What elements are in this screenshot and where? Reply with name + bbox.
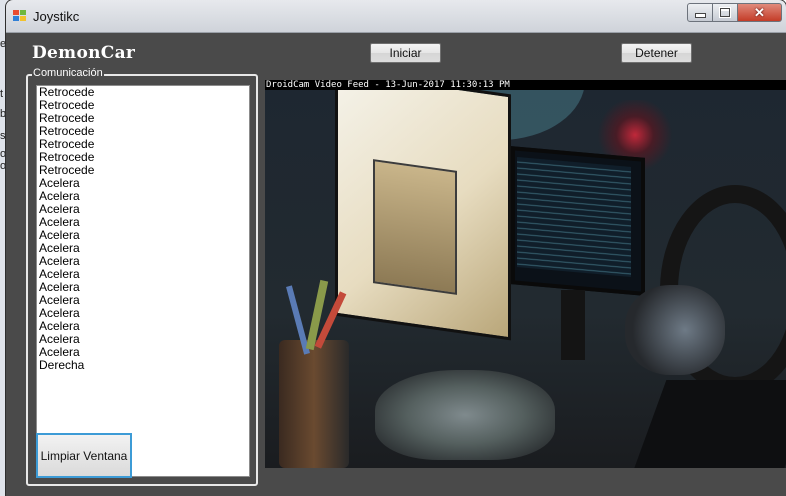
- window-controls: ✕: [687, 3, 782, 22]
- desktop-text-fragment: s: [0, 130, 6, 142]
- clear-window-button[interactable]: Limpiar Ventana: [36, 433, 132, 478]
- feed-monitor-stand: [561, 290, 585, 360]
- feed-monitor-left-window: [373, 159, 457, 295]
- title-bar[interactable]: Joystikc ✕: [6, 0, 786, 33]
- stop-button[interactable]: Detener: [621, 43, 692, 63]
- close-button[interactable]: ✕: [738, 3, 782, 22]
- minimize-button[interactable]: [687, 3, 713, 22]
- app-window-icon: [13, 10, 27, 22]
- maximize-icon: [720, 8, 730, 17]
- close-icon: ✕: [754, 4, 765, 20]
- start-button[interactable]: Iniciar: [370, 43, 441, 63]
- maximize-button[interactable]: [713, 3, 738, 22]
- feed-caption: DroidCam Video Feed - 13-Jun-2017 11:30:…: [266, 80, 510, 90]
- log-entry[interactable]: Derecha: [37, 359, 249, 372]
- window-title: Joystikc: [33, 9, 80, 24]
- communication-log-list[interactable]: Retrocede Retrocede Retrocede Retrocede …: [36, 85, 250, 477]
- app-window: Joystikc ✕ DemonCar Iniciar Detener Comu…: [6, 0, 786, 496]
- communication-group-label: Comunicación: [32, 67, 104, 80]
- app-title: DemonCar: [32, 43, 136, 63]
- feed-wheel-hub: [625, 285, 725, 375]
- feed-pen-cup: [279, 340, 349, 468]
- feed-gamepad: [375, 370, 555, 460]
- desktop-text-fragment: t: [0, 88, 4, 100]
- minimize-icon: [694, 13, 706, 18]
- feed-monitor-right-screen: [517, 157, 631, 277]
- camera-feed: DroidCam Video Feed - 13-Jun-2017 11:30:…: [265, 80, 786, 468]
